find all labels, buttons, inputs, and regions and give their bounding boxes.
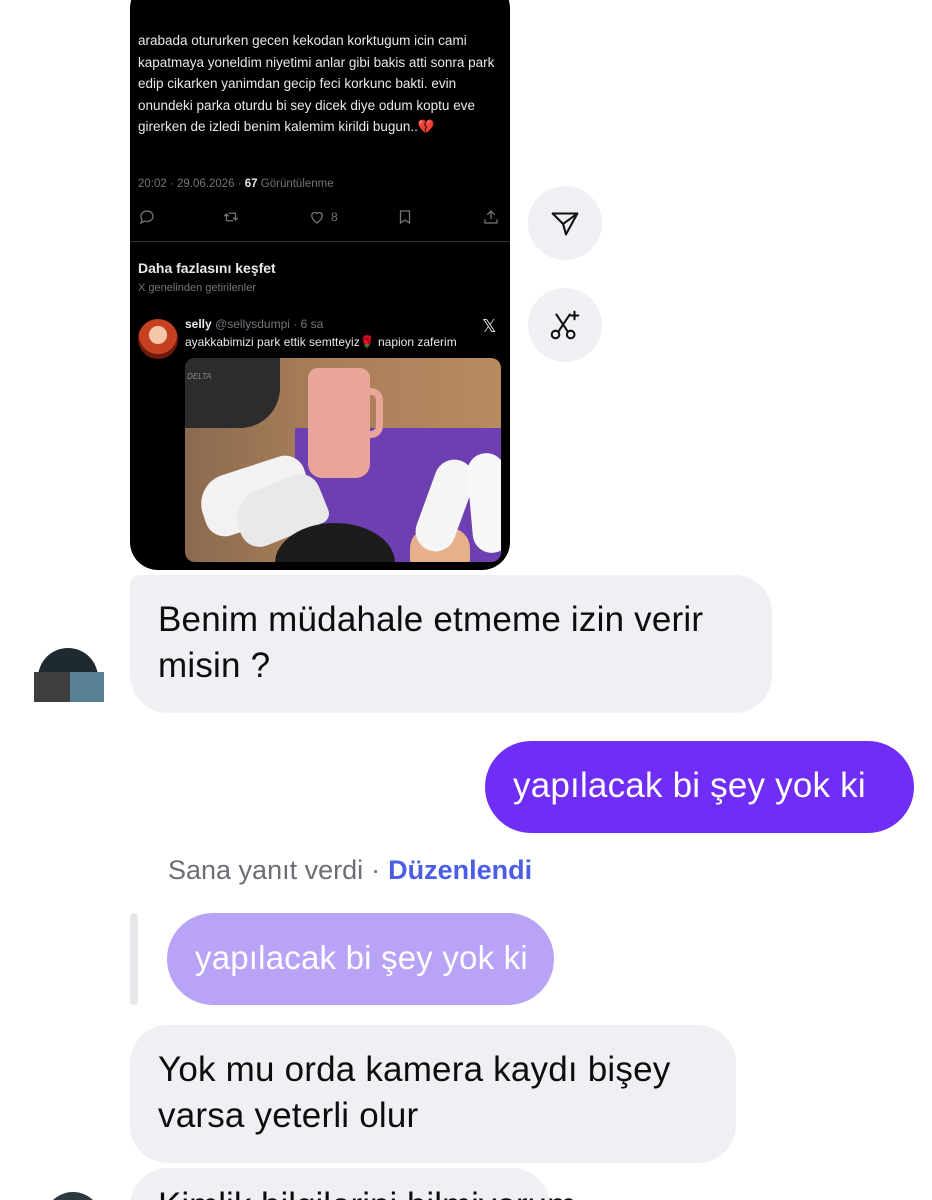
photo-mat-brand: DELTA xyxy=(187,372,212,381)
post-actions: 8 xyxy=(138,206,500,228)
shared-post-card[interactable]: arabada otururken gecen kekodan korktugu… xyxy=(130,0,510,570)
heart-icon xyxy=(311,211,323,224)
reply-icon[interactable] xyxy=(138,206,156,228)
message-text: yapılacak bi şey yok ki xyxy=(513,766,866,805)
x-logo-icon: 𝕏 xyxy=(482,316,497,336)
bookmark-icon[interactable] xyxy=(396,206,414,228)
sender-avatar[interactable] xyxy=(44,1192,102,1200)
post-time: 20:02 · 29.06.2026 · xyxy=(138,178,245,190)
incoming-message[interactable]: Benim müdahale etmeme izin verir misin ? xyxy=(130,575,772,713)
reply-separator: · xyxy=(371,855,381,885)
post-text: arabada otururken gecen kekodan korktugu… xyxy=(138,33,495,134)
outgoing-message[interactable]: yapılacak bi şey yok ki xyxy=(485,741,914,833)
quoted-text: yapılacak bi şey yok ki xyxy=(195,939,528,976)
reply-label: Sana yanıt verdi xyxy=(168,855,364,885)
upload-icon[interactable] xyxy=(482,206,500,228)
avatar-part xyxy=(34,672,70,702)
like-count: 8 xyxy=(331,210,338,224)
suggested-user-avatar[interactable] xyxy=(138,319,178,359)
discover-title: Daha fazlasını keşfet xyxy=(138,260,276,276)
share-button[interactable] xyxy=(528,186,602,260)
suggested-post-photo[interactable]: DELTA xyxy=(185,358,501,562)
scissors-sparkle-icon xyxy=(550,310,580,340)
incoming-message[interactable]: Yok mu orda kamera kaydı bişey varsa yet… xyxy=(130,1025,736,1163)
like-button[interactable]: 8 xyxy=(308,206,338,228)
photo-tumbler xyxy=(308,368,370,478)
quoted-message[interactable]: yapılacak bi şey yok ki xyxy=(167,913,554,1005)
post-views-label: Görüntülenme xyxy=(257,178,334,190)
send-icon xyxy=(551,212,579,236)
divider xyxy=(130,241,510,242)
discover-subtitle: X genelinden getirilenler xyxy=(138,282,257,294)
message-text: Benim müdahale etmeme izin verir misin ? xyxy=(158,600,704,685)
message-text: Yok mu orda kamera kaydı bişey varsa yet… xyxy=(158,1050,671,1135)
suggested-post-text: ayakkabimizi park ettik semtteyiz🌹 napio… xyxy=(185,335,457,349)
edited-label: Düzenlendi xyxy=(388,855,533,885)
reply-indicator-bar xyxy=(130,913,138,1005)
reply-info: Sana yanıt verdi · Düzenlendi xyxy=(168,855,532,886)
photo-yoga-mat-dark xyxy=(185,358,280,428)
suggested-user-name: selly xyxy=(185,317,212,331)
repost-icon[interactable] xyxy=(222,206,240,228)
avatar-part xyxy=(70,672,104,702)
suggested-user-handle: @sellysdumpi · 6 sa xyxy=(211,317,324,331)
post-views-count: 67 xyxy=(244,178,258,190)
sender-avatar[interactable] xyxy=(34,648,104,702)
incoming-message[interactable]: Kimlik bilgilerini bilmiyorum xyxy=(130,1168,576,1200)
message-text: Kimlik bilgilerini bilmiyorum xyxy=(158,1186,576,1200)
post-meta: 20:02 · 29.06.2026 · 67 Görüntülenme xyxy=(138,178,334,190)
clip-button[interactable] xyxy=(528,288,602,362)
suggested-post-header: selly @sellysdumpi · 6 sa xyxy=(185,317,323,331)
